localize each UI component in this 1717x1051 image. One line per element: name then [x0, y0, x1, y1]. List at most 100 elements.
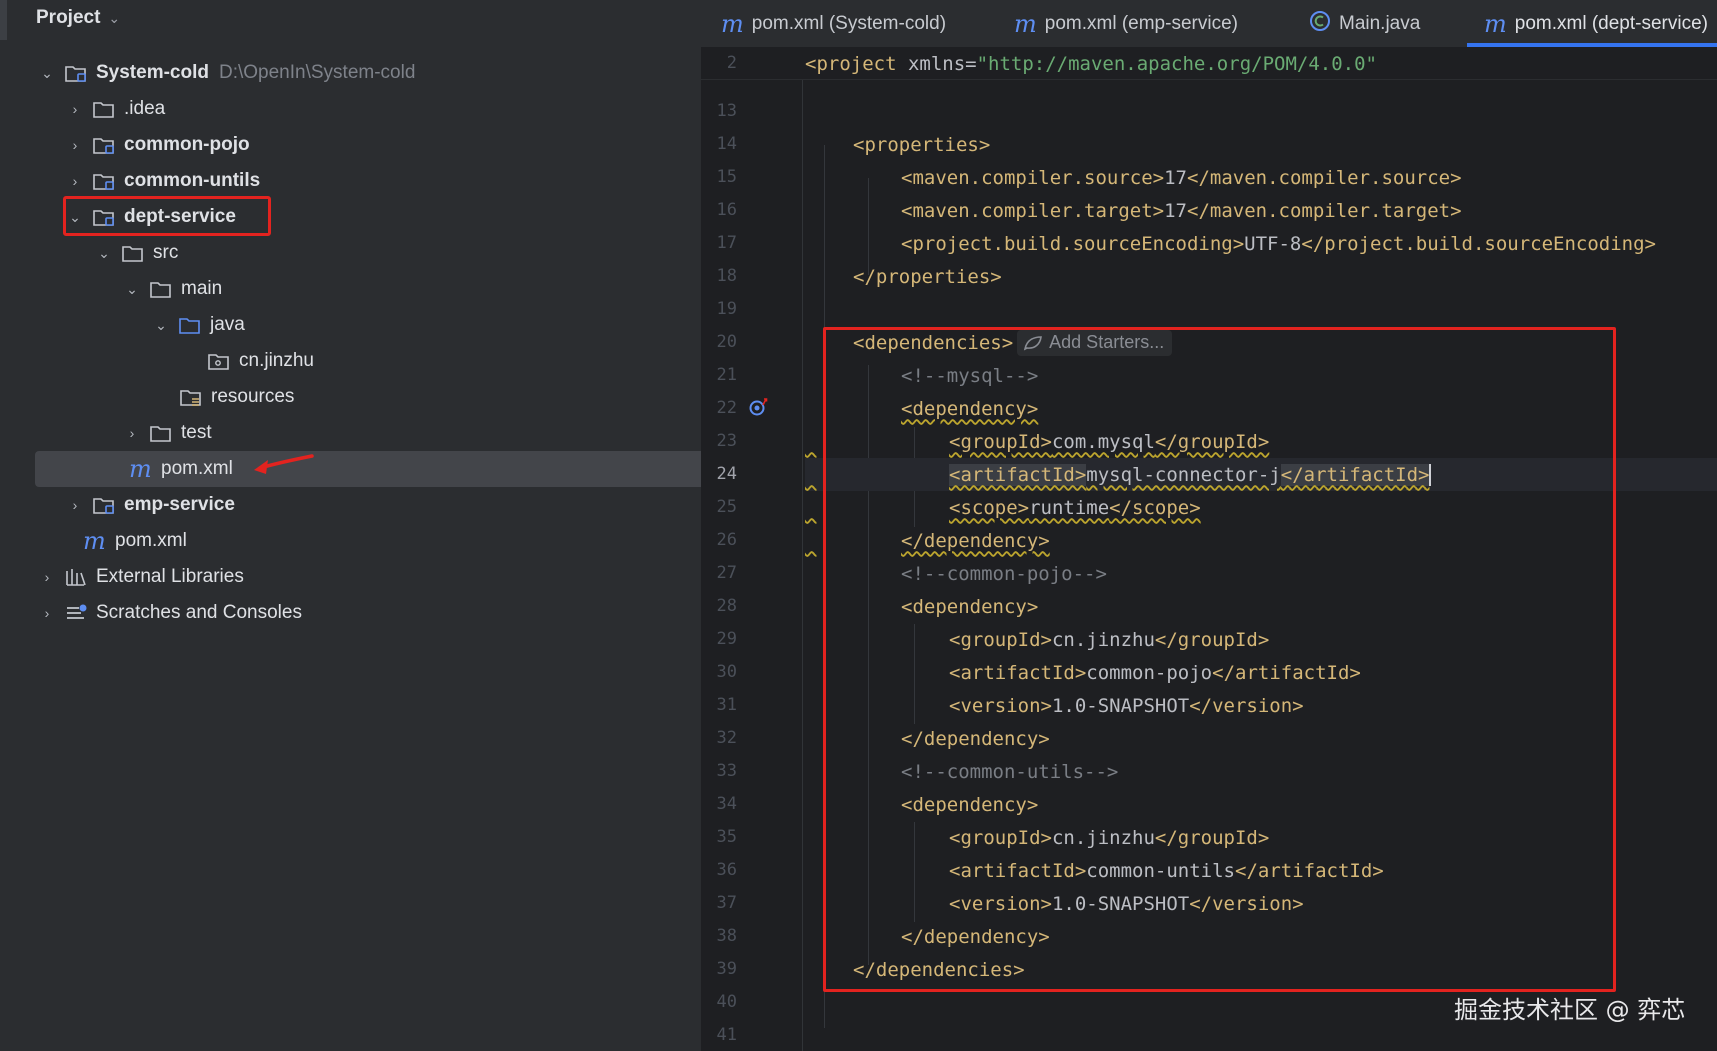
line-number: 27 — [716, 563, 737, 583]
folder-icon — [149, 422, 175, 444]
module-folder-icon — [92, 170, 118, 192]
line-number: 32 — [716, 728, 737, 748]
editor-area: m pom.xml (System-cold) m pom.xml (emp-s… — [701, 0, 1717, 1051]
tree-item-common-pojo[interactable]: › common-pojo — [18, 127, 701, 163]
sticky-scroll-line[interactable]: 2 <project xmlns= "http://maven.apache.or… — [701, 47, 1717, 80]
tree-item-cn-jinzhu[interactable]: cn.jinzhu — [18, 343, 701, 379]
tree-item-dept-pom-xml[interactable]: m pom.xml — [35, 451, 701, 487]
tree-item-label: Scratches and Consoles — [96, 602, 302, 623]
tree-item-label: System-cold — [96, 62, 209, 83]
tree-item-test[interactable]: › test — [18, 415, 701, 451]
tab-label: pom.xml (dept-service) — [1514, 12, 1708, 34]
strip-marker — [0, 0, 7, 40]
maven-icon: m — [1484, 9, 1507, 38]
tree-item-resources[interactable]: resources — [18, 379, 701, 415]
xml-tag: <maven.compiler.source> — [901, 166, 1165, 189]
package-icon — [207, 350, 233, 372]
line-number: 39 — [716, 959, 737, 979]
tree-item-java[interactable]: ⌄ java — [18, 307, 701, 343]
xml-tag: </maven.compiler.source> — [1187, 166, 1462, 189]
xml-tag: </project.build.sourceEncoding> — [1301, 232, 1656, 255]
dependency-gutter-icon[interactable] — [748, 396, 770, 418]
tree-item-root-pom-xml[interactable]: m pom.xml — [18, 523, 701, 559]
tree-item-common-untils[interactable]: › common-untils — [18, 163, 701, 199]
chevron-down-icon[interactable]: ⌄ — [108, 10, 120, 27]
tree-item-main[interactable]: ⌄ main — [18, 271, 701, 307]
code-line-14[interactable]: <properties> — [805, 128, 1717, 161]
chevron-right-icon[interactable]: › — [66, 173, 84, 189]
xml-tag: <project.build.sourceEncoding> — [901, 232, 1245, 255]
chevron-right-icon[interactable]: › — [66, 137, 84, 153]
line-number: 13 — [716, 101, 737, 121]
tree-item-scratches[interactable]: › Scratches and Consoles — [18, 595, 701, 631]
project-panel: Project ⌄ ⌄ System-cold D:\OpenIn\System… — [18, 0, 701, 1051]
chevron-down-icon[interactable]: ⌄ — [38, 65, 56, 82]
line-number: 34 — [716, 794, 737, 814]
line-number: 40 — [716, 992, 737, 1012]
source-folder-icon — [178, 314, 204, 336]
project-panel-header[interactable]: Project ⌄ — [36, 4, 120, 32]
tab-pom-system-cold[interactable]: m pom.xml (System-cold) — [721, 0, 946, 47]
tree-item-external-libraries[interactable]: › External Libraries — [18, 559, 701, 595]
chevron-right-icon[interactable]: › — [123, 425, 141, 441]
line-number: 29 — [716, 629, 737, 649]
xml-value: 17 — [1164, 166, 1187, 189]
tree-item-label: main — [181, 278, 223, 299]
tree-item-label: External Libraries — [96, 566, 244, 587]
xml-tag: <project — [805, 52, 897, 75]
tree-item-src[interactable]: ⌄ src — [18, 235, 701, 271]
chevron-right-icon[interactable]: › — [66, 101, 84, 117]
xml-tag: <maven.compiler.target> — [901, 199, 1165, 222]
xml-string: "http://maven.apache.org/POM/4.0.0" — [976, 52, 1377, 75]
line-number: 25 — [716, 497, 737, 517]
line-number: 16 — [716, 200, 737, 220]
line-number: 23 — [716, 431, 737, 451]
line-number: 33 — [716, 761, 737, 781]
tree-item-emp-service[interactable]: › emp-service — [18, 487, 701, 523]
line-number: 22 — [716, 398, 737, 418]
chevron-right-icon[interactable]: › — [38, 605, 56, 621]
tree-item-label: emp-service — [124, 494, 235, 515]
folder-icon — [121, 242, 147, 264]
line-number: 18 — [716, 266, 737, 286]
tab-pom-emp-service[interactable]: m pom.xml (emp-service) — [1014, 0, 1238, 47]
tool-window-strip — [0, 0, 18, 1051]
line-number: 20 — [716, 332, 737, 352]
tree-item-label: .idea — [124, 98, 166, 119]
module-folder-icon — [64, 62, 90, 84]
line-gutter[interactable]: 13 14 15 16 17 18 19 20 21 22 23 24 25 26 27 28 29 30 31 32… — [701, 47, 801, 1051]
tree-item-label: resources — [211, 386, 295, 407]
tab-label: pom.xml (System-cold) — [751, 12, 947, 34]
tab-label: Main.java — [1339, 12, 1421, 34]
tab-main-java[interactable]: Main.java — [1309, 0, 1420, 47]
chevron-right-icon[interactable]: › — [66, 497, 84, 513]
code-line-15[interactable]: <maven.compiler.source> 17 </maven.compile… — [805, 161, 1717, 194]
tree-root-system-cold[interactable]: ⌄ System-cold D:\OpenIn\System-cold — [18, 55, 701, 91]
line-number: 19 — [716, 299, 737, 319]
maven-icon: m — [721, 9, 744, 38]
tree-item-label: cn.jinzhu — [239, 350, 314, 371]
line-number: 2 — [726, 53, 737, 73]
tree-item-idea[interactable]: › .idea — [18, 91, 701, 127]
line-number: 14 — [716, 134, 737, 154]
chevron-right-icon[interactable]: › — [38, 569, 56, 585]
scratches-icon — [64, 602, 90, 624]
library-icon — [64, 566, 90, 588]
line-number: 15 — [716, 167, 737, 187]
chevron-down-icon[interactable]: ⌄ — [95, 245, 113, 262]
code-line-17[interactable]: <project.build.sourceEncoding> UTF-8 </pro… — [805, 227, 1717, 260]
tree-item-label: pom.xml — [161, 458, 233, 479]
line-number: 31 — [716, 695, 737, 715]
code-line-16[interactable]: <maven.compiler.target> 17 </maven.compile… — [805, 194, 1717, 227]
chevron-down-icon[interactable]: ⌄ — [123, 281, 141, 298]
tab-pom-dept-service[interactable]: m pom.xml (dept-service) — [1484, 0, 1708, 47]
code-line-18[interactable]: </properties> — [805, 260, 1717, 293]
xml-value: UTF-8 — [1244, 232, 1302, 255]
tree-item-label: common-pojo — [124, 134, 250, 155]
tree-item-label: java — [210, 314, 245, 335]
annotation-box-dependencies — [823, 327, 1616, 992]
maven-icon: m — [1014, 9, 1037, 38]
resources-folder-icon — [179, 386, 205, 408]
line-number: 26 — [716, 530, 737, 550]
chevron-down-icon[interactable]: ⌄ — [152, 317, 170, 334]
